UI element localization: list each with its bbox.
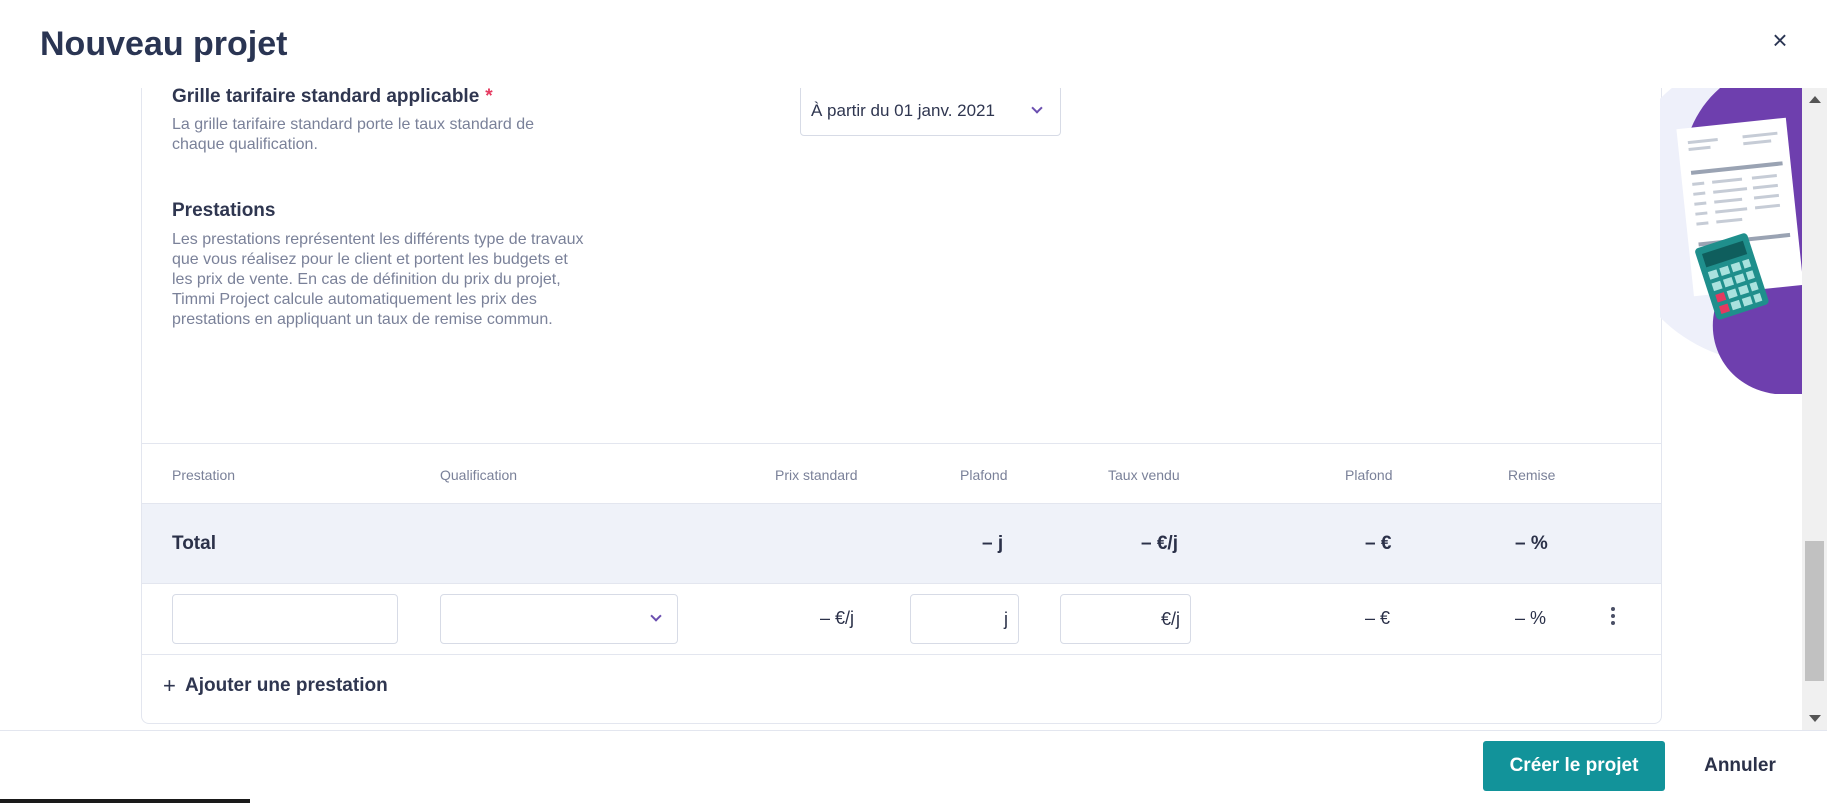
total-remise: – % (1515, 533, 1548, 554)
scroll-down-icon[interactable] (1809, 715, 1821, 722)
add-prestation-label: Ajouter une prestation (185, 675, 388, 696)
total-plafond-amount: – € (1365, 533, 1392, 554)
table-header: Prestation Qualification Prix standard P… (142, 443, 1661, 504)
invoice-calculator-icon (1660, 88, 1802, 394)
scrollbar-thumb[interactable] (1805, 541, 1824, 681)
grid-select[interactable]: À partir du 01 janv. 2021 (800, 88, 1061, 136)
row-menu-icon[interactable] (1609, 607, 1617, 629)
header-remise: Remise (1508, 467, 1556, 483)
header-qualification: Qualification (440, 467, 518, 483)
close-icon[interactable]: × (1766, 26, 1794, 54)
add-prestation-button[interactable]: + Ajouter une prestation (142, 655, 1661, 719)
header-prix-standard: Prix standard (775, 467, 858, 483)
grid-label: Grille tarifaire standard applicable * (172, 88, 493, 107)
dialog-footer: Créer le projet Annuler (0, 730, 1827, 803)
scroll-up-icon[interactable] (1809, 96, 1821, 103)
project-form-card: Grille tarifaire standard applicable * La… (141, 88, 1662, 724)
taux-vendu-input[interactable]: €/j (1060, 594, 1191, 644)
dialog-header: Nouveau projet × (0, 0, 1827, 88)
grid-select-value: À partir du 01 janv. 2021 (811, 101, 995, 120)
prestation-name-input[interactable] (172, 594, 398, 644)
required-mark: * (485, 88, 493, 107)
table-row: – €/j j €/j – € – % (142, 584, 1661, 655)
vertical-scrollbar[interactable] (1802, 88, 1827, 730)
plafond-days-input[interactable]: j (910, 594, 1019, 644)
row-prix-standard: – €/j (820, 608, 855, 628)
row-remise: – % (1515, 608, 1547, 628)
prestations-description: Les prestations représentent les différe… (172, 231, 584, 328)
dialog-body[interactable]: Grille tarifaire standard applicable * La… (0, 88, 1802, 730)
create-project-button[interactable]: Créer le projet (1483, 741, 1665, 791)
total-label: Total (172, 533, 216, 554)
taux-vendu-suffix: €/j (1160, 609, 1180, 629)
total-plafond-days: – j (982, 533, 1004, 554)
dialog-title: Nouveau projet (40, 25, 288, 63)
header-plafond-amount: Plafond (1345, 467, 1393, 483)
qualification-select[interactable] (440, 594, 678, 644)
taskbar-edge (0, 799, 250, 803)
chevron-down-icon (1031, 102, 1043, 114)
header-prestation: Prestation (172, 467, 236, 483)
row-plafond-amount: – € (1365, 608, 1391, 628)
chevron-down-icon (650, 610, 662, 622)
cancel-button[interactable]: Annuler (1690, 741, 1790, 791)
total-row: Total – j – €/j – € – % (142, 504, 1661, 584)
invoice-illustration (1660, 88, 1802, 394)
prestations-label: Prestations (172, 200, 276, 221)
plus-icon: + (163, 673, 176, 698)
total-taux-vendu: – €/j (1141, 533, 1178, 554)
grid-description: La grille tarifaire standard porte le ta… (172, 116, 534, 153)
plafond-days-suffix: j (1004, 609, 1008, 629)
header-taux-vendu: Taux vendu (1108, 467, 1180, 483)
header-plafond-days: Plafond (960, 467, 1008, 483)
